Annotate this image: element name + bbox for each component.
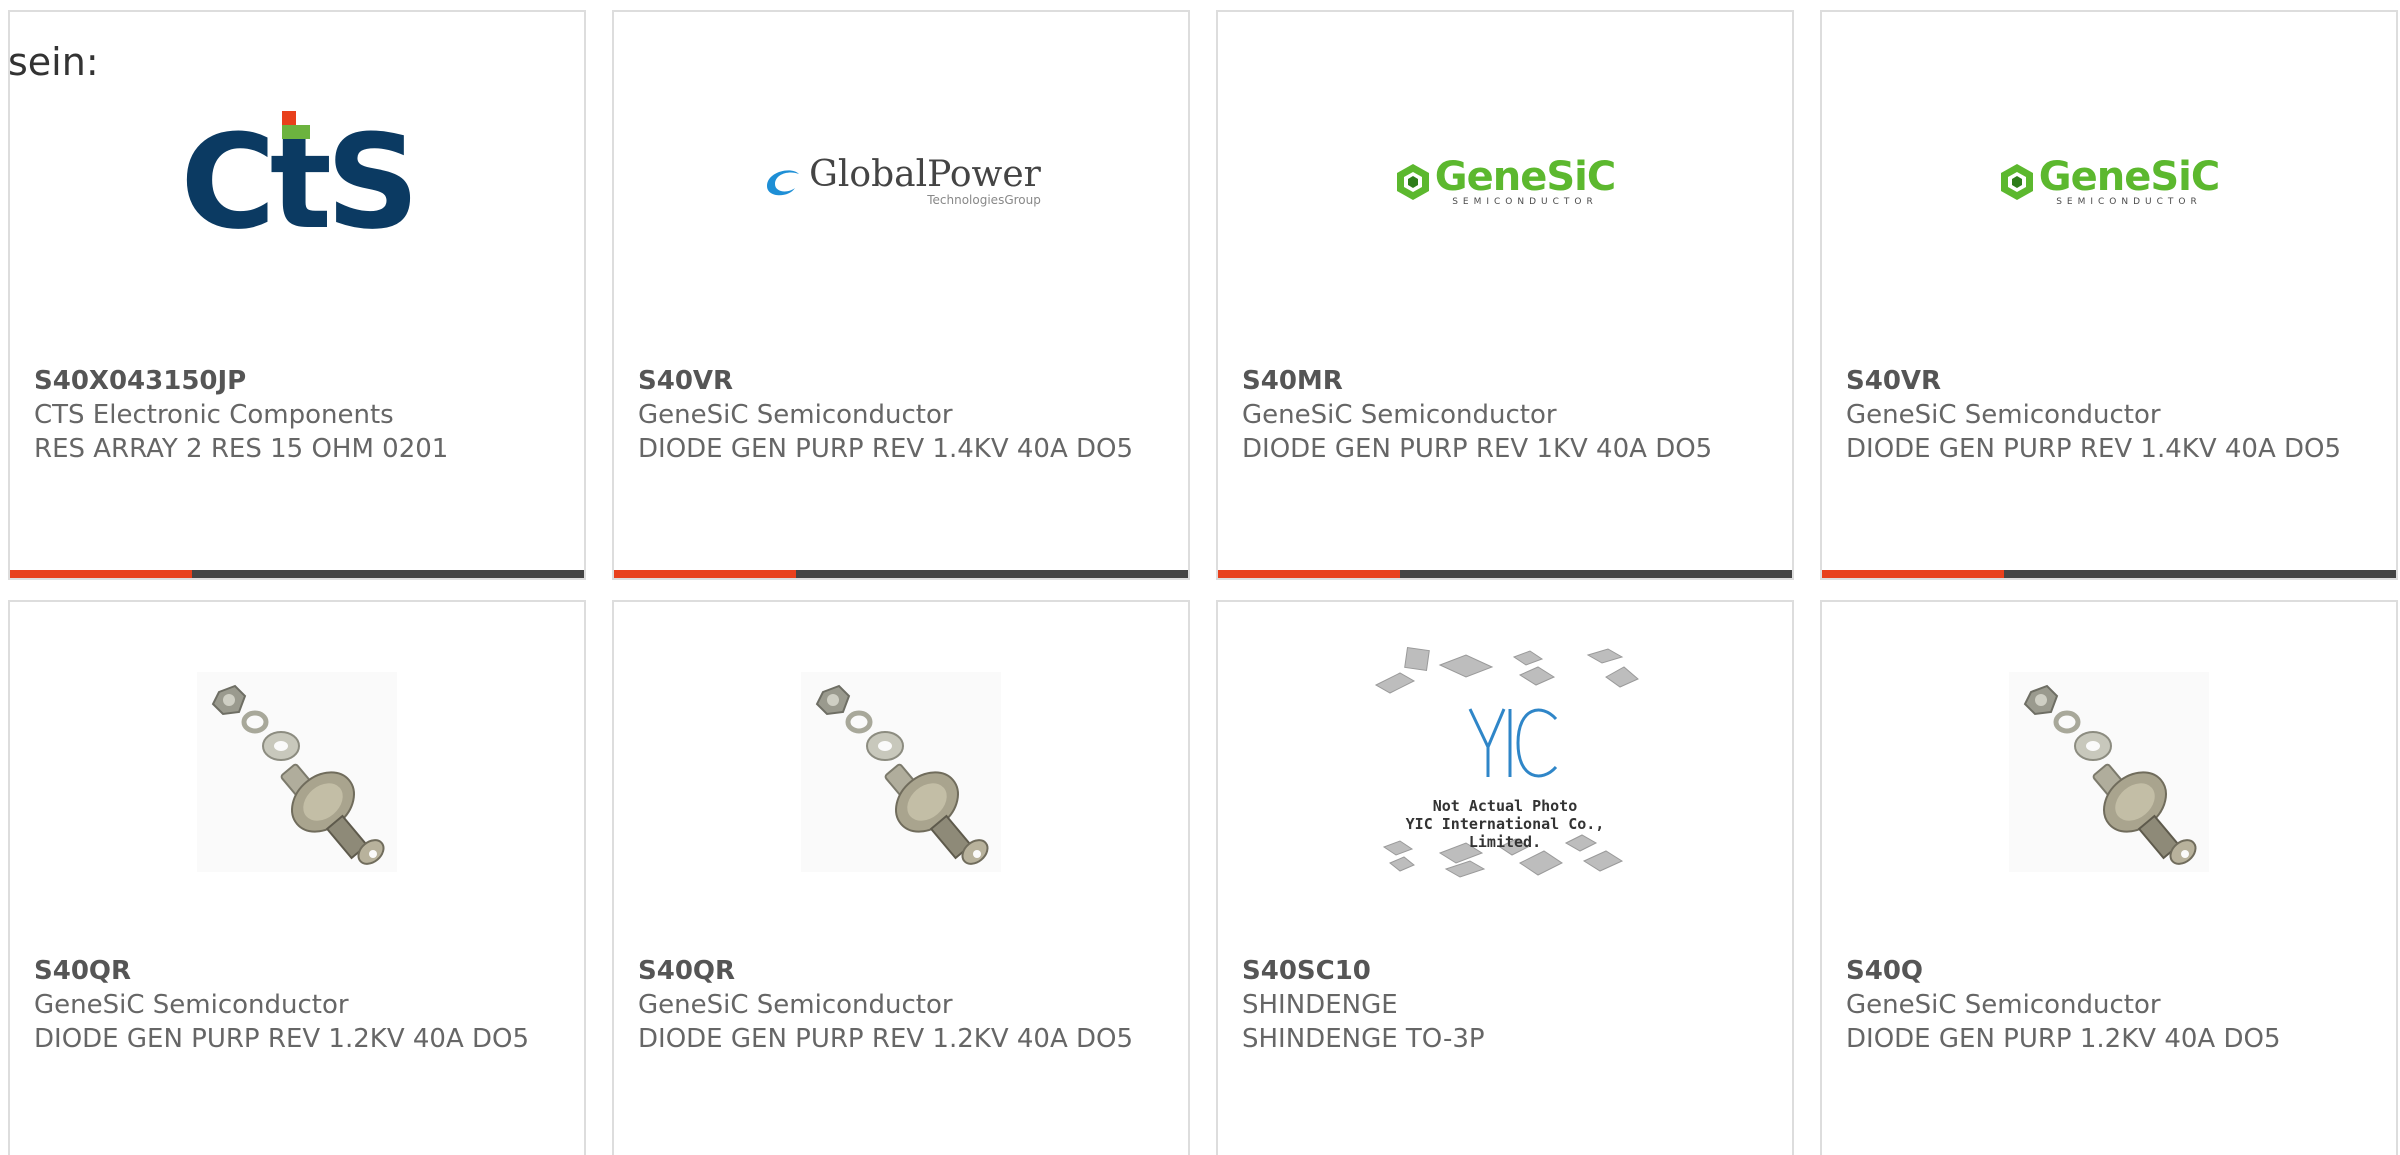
stud-diode-photo (801, 672, 1001, 872)
card-bar-accent (1822, 570, 2004, 578)
product-grid-page: sein: CtS S40X043150JP CTS Electronic Co… (0, 0, 2400, 1155)
card-bar-accent (614, 570, 796, 578)
genesic-logo: GeneSiC SEMICONDUCTOR (1395, 157, 1616, 207)
manufacturer: SHINDENGE (1242, 990, 1398, 1020)
product-image: GeneSiC SEMICONDUCTOR (1822, 12, 2396, 352)
product-card[interactable]: S40QR GeneSiC Semiconductor DIODE GEN PU… (8, 600, 586, 1155)
product-card[interactable]: Not Actual Photo YIC International Co., … (1216, 600, 1794, 1155)
globalpower-swirl-icon (767, 170, 800, 196)
description: DIODE GEN PURP REV 1.4KV 40A DO5 (1846, 434, 2342, 464)
description: DIODE GEN PURP REV 1.4KV 40A DO5 (638, 434, 1134, 464)
part-number[interactable]: S40SC10 (1242, 954, 1768, 988)
product-card[interactable]: S40Q GeneSiC Semiconductor DIODE GEN PUR… (1820, 600, 2398, 1155)
component-packages-icon (1374, 647, 1639, 878)
description: SHINDENGE TO-3P (1242, 1024, 1485, 1054)
part-number[interactable]: S40Q (1846, 954, 2372, 988)
product-card[interactable]: S40QR GeneSiC Semiconductor DIODE GEN PU… (612, 600, 1190, 1155)
yic-placeholder-image: Not Actual Photo YIC International Co., … (1370, 647, 1640, 897)
manufacturer: GeneSiC Semiconductor (34, 990, 349, 1020)
card-bar (1822, 570, 2396, 578)
part-number[interactable]: S40QR (638, 954, 1164, 988)
globalpower-logo: GlobalPower TechnologiesGroup (761, 157, 1041, 207)
manufacturer: CTS Electronic Components (34, 400, 394, 430)
genesic-hex-icon (1396, 164, 1429, 200)
intro-text: sein: (8, 40, 99, 84)
product-card[interactable]: CtS S40X043150JP CTS Electronic Componen… (8, 10, 586, 580)
card-bar-accent (10, 570, 192, 578)
yic-caption: Not Actual Photo YIC International Co., … (1405, 797, 1605, 851)
card-bar (614, 570, 1188, 578)
part-number[interactable]: S40X043150JP (34, 364, 560, 398)
description: DIODE GEN PURP REV 1.2KV 40A DO5 (638, 1024, 1134, 1054)
description: RES ARRAY 2 RES 15 OHM 0201 (34, 434, 449, 464)
manufacturer: GeneSiC Semiconductor (638, 990, 953, 1020)
product-image: Not Actual Photo YIC International Co., … (1218, 602, 1792, 942)
manufacturer: GeneSiC Semiconductor (638, 400, 953, 430)
product-image: GlobalPower TechnologiesGroup (614, 12, 1188, 352)
genesic-hex-icon (2000, 164, 2033, 200)
card-bar-accent (1218, 570, 1400, 578)
product-card[interactable]: GeneSiC SEMICONDUCTOR S40VR GeneSiC Semi… (1820, 10, 2398, 580)
genesic-logo: GeneSiC SEMICONDUCTOR (1999, 157, 2220, 207)
part-number[interactable]: S40VR (1846, 364, 2372, 398)
manufacturer: GeneSiC Semiconductor (1846, 400, 2161, 430)
manufacturer: GeneSiC Semiconductor (1846, 990, 2161, 1020)
part-number[interactable]: S40VR (638, 364, 1164, 398)
product-card[interactable]: GeneSiC SEMICONDUCTOR S40MR GeneSiC Semi… (1216, 10, 1794, 580)
stud-diode-photo (197, 672, 397, 872)
card-bar (10, 570, 584, 578)
product-image (1822, 602, 2396, 942)
description: DIODE GEN PURP REV 1KV 40A DO5 (1242, 434, 1713, 464)
part-number[interactable]: S40QR (34, 954, 560, 988)
product-image (10, 602, 584, 942)
cts-logo: CtS (180, 106, 420, 258)
part-number[interactable]: S40MR (1242, 364, 1768, 398)
description: DIODE GEN PURP REV 1.2KV 40A DO5 (34, 1024, 530, 1054)
stud-diode-photo (2009, 672, 2209, 872)
description: DIODE GEN PURP 1.2KV 40A DO5 (1846, 1024, 2281, 1054)
product-image: GeneSiC SEMICONDUCTOR (1218, 12, 1792, 352)
card-bar (1218, 570, 1792, 578)
product-card[interactable]: GlobalPower TechnologiesGroup S40VR Gene… (612, 10, 1190, 580)
manufacturer: GeneSiC Semiconductor (1242, 400, 1557, 430)
product-image (614, 602, 1188, 942)
